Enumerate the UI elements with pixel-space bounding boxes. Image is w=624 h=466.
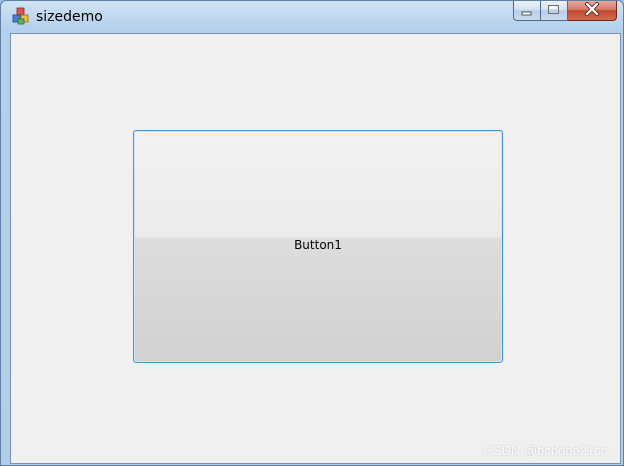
- app-window: sizedemo Button1 CSDN @bcbobo21cn: [0, 0, 624, 466]
- window-title: sizedemo: [36, 9, 103, 25]
- maximize-icon: [547, 1, 561, 20]
- button1[interactable]: Button1: [133, 130, 503, 363]
- title-bar[interactable]: sizedemo: [1, 1, 623, 32]
- button1-label: Button1: [294, 238, 342, 252]
- app-blocks-icon[interactable]: [12, 7, 30, 25]
- caption-buttons: [513, 1, 617, 22]
- minimize-icon: [521, 1, 533, 20]
- client-area: Button1 CSDN @bcbobo21cn: [10, 33, 621, 464]
- close-icon: [584, 1, 600, 20]
- watermark-text: CSDN @bcbobo21cn: [483, 443, 608, 458]
- maximize-button[interactable]: [541, 1, 568, 21]
- close-button[interactable]: [568, 1, 617, 21]
- minimize-button[interactable]: [513, 1, 541, 21]
